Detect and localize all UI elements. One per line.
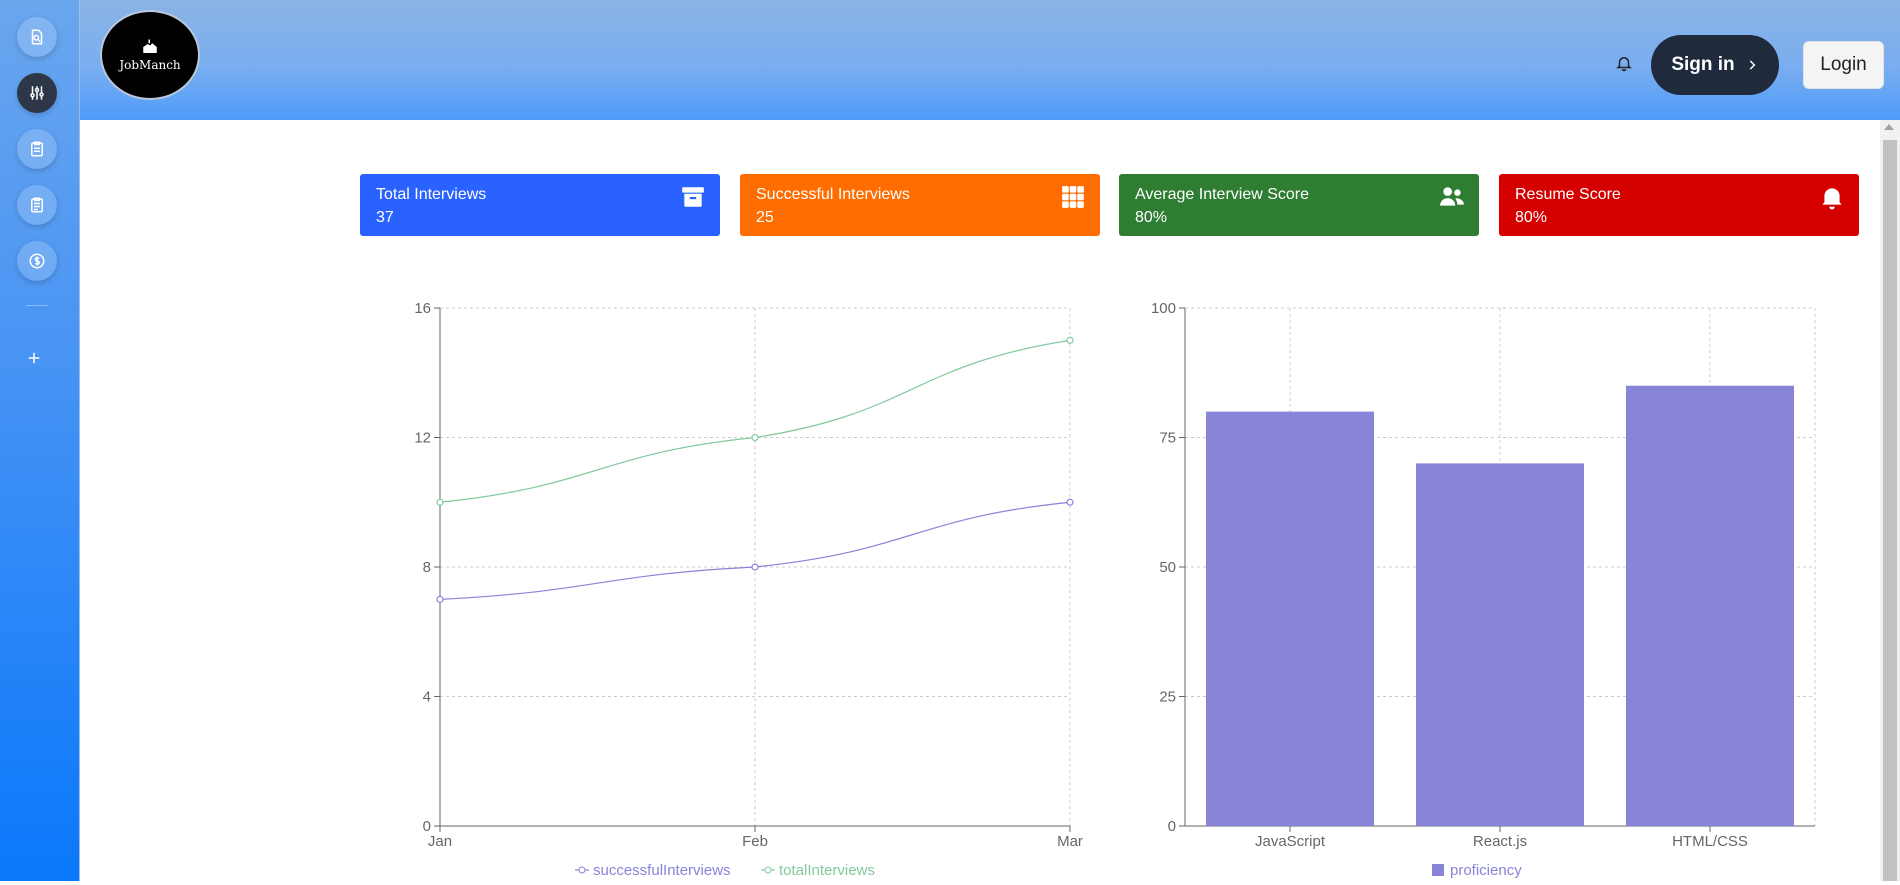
stat-title: Average Interview Score: [1135, 186, 1310, 203]
sidebar-item-search-document[interactable]: [17, 17, 57, 57]
y-tick-label: 50: [1159, 559, 1176, 576]
y-tick-label: 12: [414, 430, 431, 447]
logo[interactable]: JobManch: [100, 10, 200, 100]
y-tick-label: 8: [423, 559, 431, 576]
grid-icon: [1062, 186, 1084, 208]
scrollbar-thumb[interactable]: [1883, 140, 1897, 881]
x-tick-label: Jan: [428, 833, 452, 850]
sidebar-item-sliders[interactable]: [17, 73, 57, 113]
clipboard-icon: [31, 141, 43, 157]
sidebar-add-button[interactable]: [20, 344, 48, 372]
stat-card-average-interview-score: Average Interview Score 80%: [1119, 174, 1479, 236]
plus-icon: [28, 352, 40, 364]
chevron-right-icon: [1749, 60, 1756, 70]
y-tick-label: 25: [1159, 689, 1176, 706]
x-tick-label: Mar: [1057, 833, 1083, 850]
stat-title: Successful Interviews: [756, 186, 910, 203]
stat-value: 37: [376, 209, 394, 226]
dollar-icon: [29, 253, 45, 269]
stat-card-successful-interviews: Successful Interviews 25: [740, 174, 1100, 236]
header: JobManch Sign in Login: [80, 0, 1900, 120]
stat-card-resume-score: Resume Score 80%: [1499, 174, 1859, 236]
legend-label: successfulInterviews: [593, 862, 731, 879]
notifications-button[interactable]: [1615, 54, 1635, 74]
login-button[interactable]: Login: [1803, 41, 1884, 89]
legend-label: proficiency: [1450, 862, 1522, 879]
legend-marker: [764, 866, 772, 874]
stat-value: 80%: [1135, 209, 1168, 226]
data-point: [1066, 498, 1074, 506]
legend-marker: [1432, 864, 1444, 876]
sidebar-item-clipboard-list[interactable]: [17, 185, 57, 225]
sliders-icon: [30, 86, 44, 100]
y-tick-label: 0: [1168, 818, 1176, 835]
search-document-icon: [31, 29, 43, 45]
stat-title: Total Interviews: [376, 186, 487, 203]
y-tick-label: 4: [423, 689, 431, 706]
legend-label: totalInterviews: [779, 862, 875, 879]
y-tick-label: 16: [414, 300, 431, 317]
logo-icon: [143, 39, 157, 53]
sidebar: [0, 0, 80, 881]
sidebar-item-dollar[interactable]: [17, 241, 57, 281]
sidebar-divider: [26, 305, 48, 306]
stat-value: 25: [756, 209, 774, 226]
x-tick-label: JavaScript: [1255, 833, 1326, 850]
bar-React.js: [1416, 463, 1584, 826]
data-point: [436, 498, 444, 506]
bell-icon: [1616, 57, 1632, 72]
line-chart: 0 4 8 12 16 Jan Feb Mar successfulInterviews tota…: [395, 280, 1095, 880]
x-tick-label: React.js: [1473, 833, 1527, 850]
sign-in-button[interactable]: Sign in: [1651, 35, 1779, 95]
line-chart-svg: 0481216Jan Feb MarsuccessfulInterviews tota…: [414, 300, 1083, 879]
bar-JavaScript: [1206, 411, 1374, 826]
data-point: [1066, 336, 1074, 344]
y-tick-label: 100: [1151, 300, 1176, 317]
bell-icon: [1822, 188, 1842, 210]
logo-text: JobManch: [119, 58, 181, 72]
stat-title: Resume Score: [1515, 186, 1621, 203]
sign-in-label: Sign in: [1671, 54, 1735, 75]
stat-card-total-interviews: Total Interviews 37: [360, 174, 720, 236]
data-point: [436, 595, 444, 603]
y-tick-label: 75: [1159, 430, 1176, 447]
stat-value: 80%: [1515, 209, 1548, 226]
users-icon: [1440, 187, 1464, 206]
bar-chart-svg: 0 25 50 75 100 JavaScript React.js HTML/CSS prof…: [1151, 300, 1816, 879]
sidebar-item-clipboard[interactable]: [17, 129, 57, 169]
scroll-up-arrow-icon[interactable]: [1884, 124, 1894, 130]
data-point: [751, 563, 759, 571]
login-label: Login: [1820, 54, 1867, 75]
x-tick-label: Feb: [742, 833, 768, 850]
scrollbar[interactable]: [1880, 120, 1900, 881]
bar-HTML/CSS: [1626, 385, 1794, 826]
legend-marker: [578, 866, 586, 874]
archive-icon: [682, 187, 704, 207]
data-point: [751, 433, 759, 442]
clipboard-list-icon: [31, 197, 43, 213]
bar-chart: 0 25 50 75 100 JavaScript React.js HTML/CSS prof…: [1140, 280, 1840, 880]
x-tick-label: HTML/CSS: [1672, 833, 1748, 850]
